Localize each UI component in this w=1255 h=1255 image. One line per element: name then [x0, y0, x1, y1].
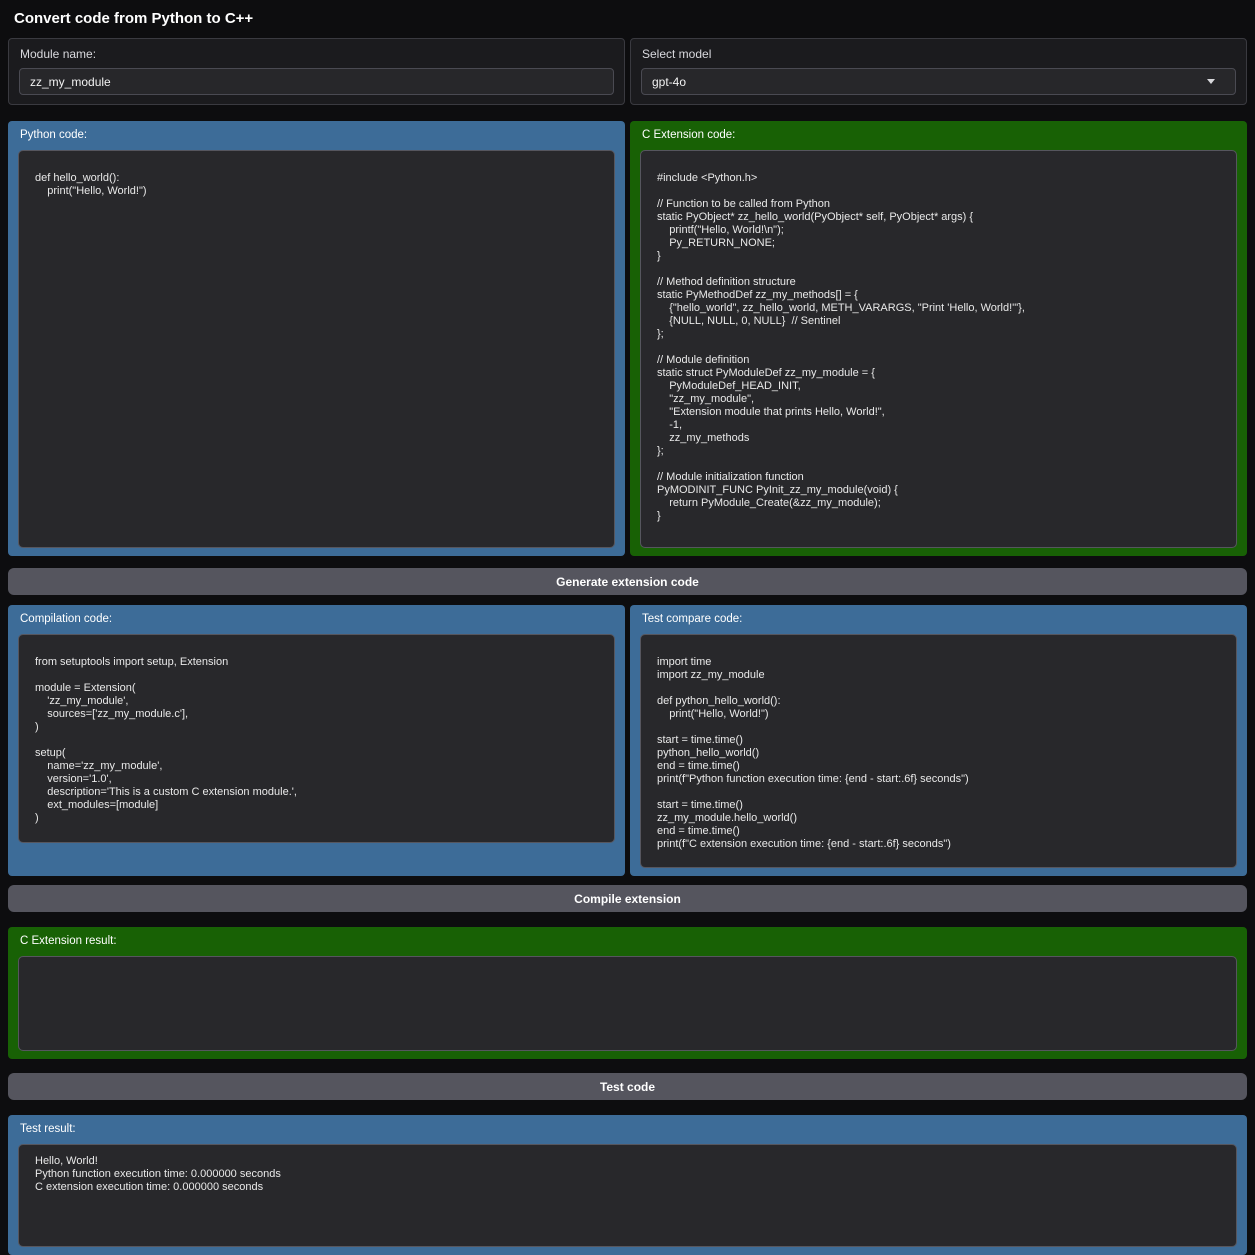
python-code-label: Python code:	[20, 129, 615, 142]
model-select-dropdown[interactable]: gpt-4o	[641, 68, 1236, 95]
python-code-textarea[interactable]: def hello_world(): print("Hello, World!"…	[18, 150, 615, 548]
test-result-panel: Test result: Hello, World! Python functi…	[8, 1115, 1247, 1255]
test-code-button[interactable]: Test code	[8, 1073, 1247, 1100]
c-extension-result-panel: C Extension result:	[8, 927, 1247, 1059]
c-extension-code-panel: C Extension code: #include <Python.h> //…	[630, 121, 1247, 556]
test-compare-code-textarea[interactable]: import time import zz_my_module def pyth…	[640, 634, 1237, 868]
compile-extension-button[interactable]: Compile extension	[8, 885, 1247, 912]
test-compare-code-panel: Test compare code: import time import zz…	[630, 605, 1247, 876]
c-extension-result-label: C Extension result:	[20, 935, 1237, 948]
code-row: Python code: def hello_world(): print("H…	[8, 121, 1247, 556]
model-select-value: gpt-4o	[652, 75, 686, 89]
module-name-group: Module name:	[8, 38, 625, 105]
form-row: Module name: Select model gpt-4o	[8, 38, 1247, 105]
python-code-panel: Python code: def hello_world(): print("H…	[8, 121, 625, 556]
module-name-label: Module name:	[20, 47, 614, 61]
c-extension-code-textarea[interactable]: #include <Python.h> // Function to be ca…	[640, 150, 1237, 548]
c-extension-result-textarea[interactable]	[18, 956, 1237, 1051]
test-compare-code-label: Test compare code:	[642, 613, 1237, 626]
chevron-down-icon	[1207, 79, 1215, 84]
app-root: Convert code from Python to C++ Module n…	[0, 0, 1255, 1255]
module-name-input[interactable]	[19, 68, 614, 95]
compilation-code-label: Compilation code:	[20, 613, 615, 626]
c-extension-code-label: C Extension code:	[642, 129, 1237, 142]
compile-test-row: Compilation code: from setuptools import…	[8, 605, 1247, 876]
test-result-label: Test result:	[20, 1123, 1237, 1136]
model-select-label: Select model	[642, 47, 1236, 61]
compilation-code-textarea[interactable]: from setuptools import setup, Extension …	[18, 634, 615, 843]
compilation-code-panel: Compilation code: from setuptools import…	[8, 605, 625, 876]
model-select-group: Select model gpt-4o	[630, 38, 1247, 105]
test-result-textarea[interactable]: Hello, World! Python function execution …	[18, 1144, 1237, 1247]
page-title: Convert code from Python to C++	[8, 0, 1247, 38]
generate-extension-code-button[interactable]: Generate extension code	[8, 568, 1247, 595]
